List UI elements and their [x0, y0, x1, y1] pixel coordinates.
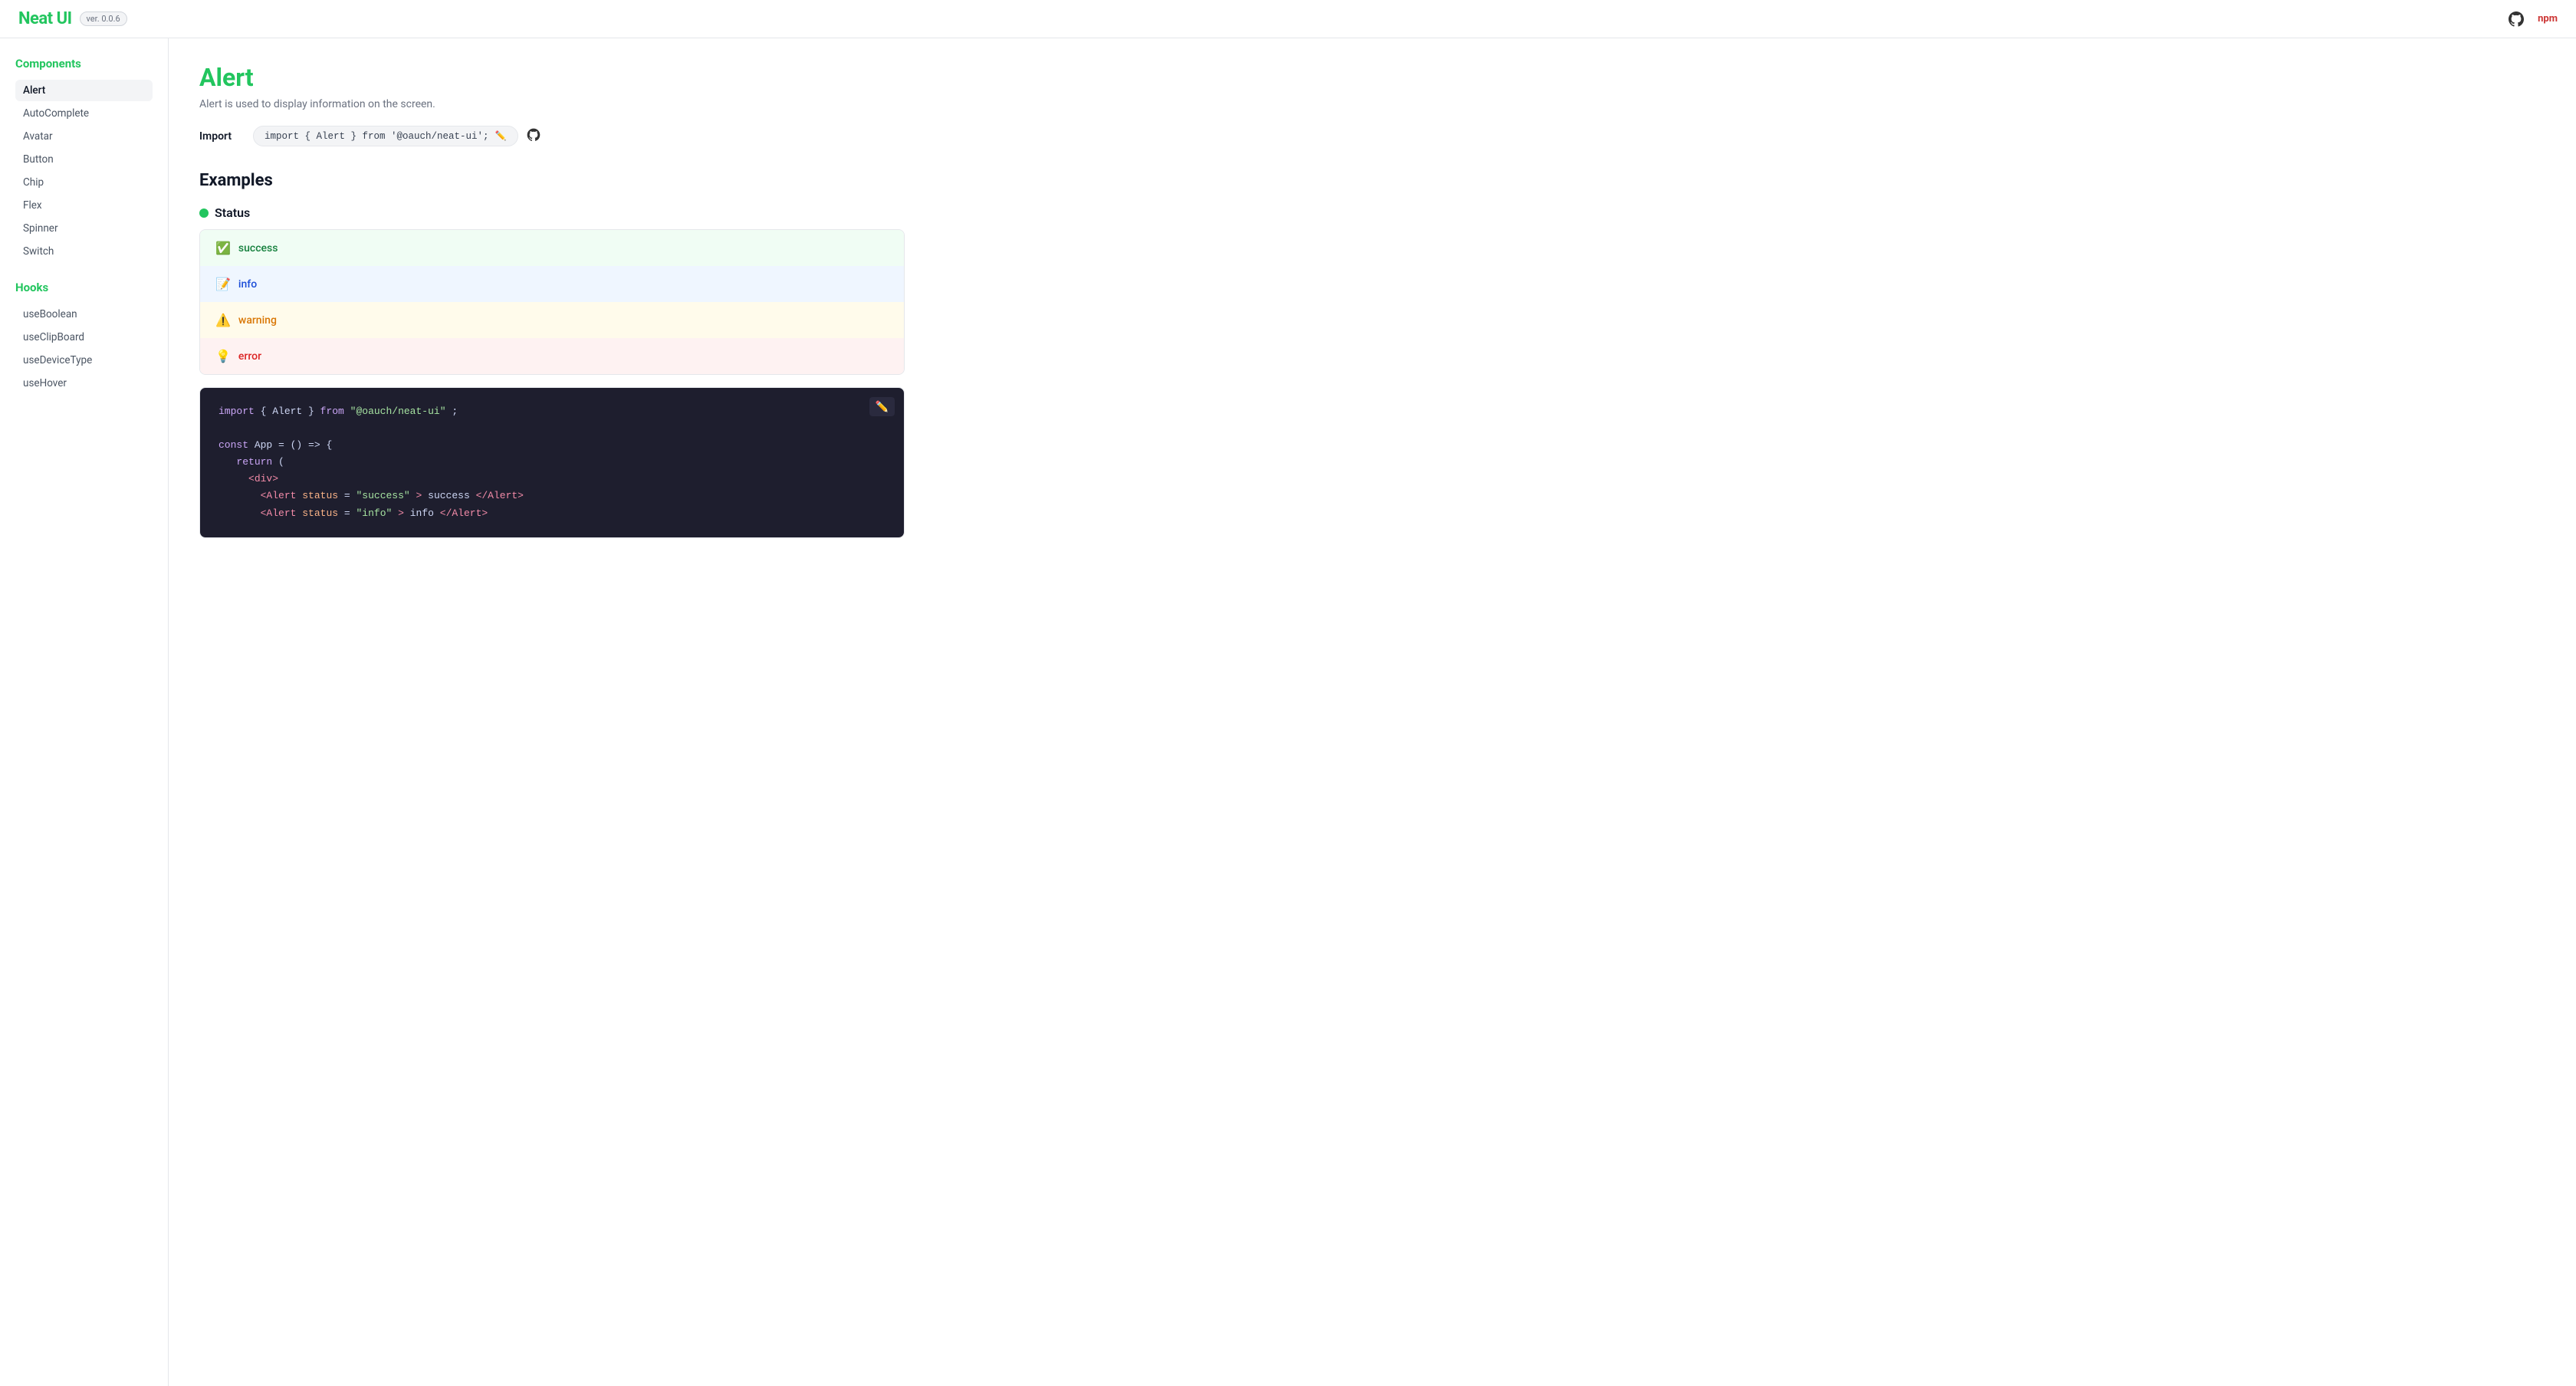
copy-import-button[interactable]: ✏️ [495, 130, 507, 142]
examples-title: Examples [199, 171, 905, 190]
sidebar-item-avatar[interactable]: Avatar [15, 126, 153, 147]
logo: Neat UI [18, 9, 72, 28]
status-label: Status [215, 205, 250, 220]
code-line-3: const App = () => { [219, 437, 886, 454]
components-section: Components Alert AutoComplete Avatar But… [15, 57, 153, 262]
sidebar-item-useboolean[interactable]: useBoolean [15, 304, 153, 325]
import-row: Import import { Alert } from '@oauch/nea… [199, 126, 905, 146]
warning-emoji: ⚠️ [215, 313, 231, 327]
import-code-box: import { Alert } from '@oauch/neat-ui'; … [253, 126, 518, 146]
success-emoji: ✅ [215, 241, 231, 255]
alert-error: 💡 error [200, 338, 904, 374]
info-emoji: 📝 [215, 277, 231, 291]
version-badge: ver. 0.0.6 [80, 11, 127, 26]
error-label: error [238, 350, 261, 363]
import-label: Import [199, 130, 245, 143]
sidebar: Components Alert AutoComplete Avatar But… [0, 38, 169, 1386]
code-line-blank [219, 420, 886, 437]
header-right: npm [2507, 10, 2558, 28]
warning-label: warning [238, 314, 277, 327]
header-left: Neat UI ver. 0.0.6 [18, 9, 127, 28]
alert-warning: ⚠️ warning [200, 302, 904, 338]
page-description: Alert is used to display information on … [199, 98, 905, 110]
components-title: Components [15, 57, 153, 71]
github-icon [2507, 10, 2525, 28]
code-line-5: <div> [219, 471, 886, 488]
success-label: success [238, 242, 278, 255]
copy-code-button[interactable]: ✏️ [869, 397, 895, 416]
sidebar-item-alert[interactable]: Alert [15, 80, 153, 101]
info-label: info [238, 278, 257, 291]
error-emoji: 💡 [215, 349, 231, 363]
npm-label[interactable]: npm [2538, 13, 2558, 25]
code-line-7: <Alert status = "info" > info </Alert> [219, 505, 886, 522]
hooks-section: Hooks useBoolean useClipBoard useDeviceT… [15, 281, 153, 394]
sidebar-item-autocomplete[interactable]: AutoComplete [15, 103, 153, 124]
status-subsection-title: Status [199, 205, 905, 220]
green-dot-icon [199, 209, 209, 218]
page-title: Alert [199, 63, 905, 92]
layout: Components Alert AutoComplete Avatar But… [0, 38, 2576, 1386]
sidebar-item-spinner[interactable]: Spinner [15, 218, 153, 239]
sidebar-item-useclipboard[interactable]: useClipBoard [15, 327, 153, 348]
import-github-icon[interactable] [526, 127, 541, 146]
alert-success: ✅ success [200, 230, 904, 266]
sidebar-item-usehover[interactable]: useHover [15, 373, 153, 394]
alert-examples-box: ✅ success 📝 info ⚠️ warning 💡 error [199, 229, 905, 375]
sidebar-item-usedevicetype[interactable]: useDeviceType [15, 350, 153, 371]
sidebar-item-chip[interactable]: Chip [15, 172, 153, 193]
alert-info: 📝 info [200, 266, 904, 302]
code-line-6: <Alert status = "success" > success </Al… [219, 488, 886, 504]
header: Neat UI ver. 0.0.6 npm [0, 0, 2576, 38]
hooks-title: Hooks [15, 281, 153, 294]
sidebar-item-button[interactable]: Button [15, 149, 153, 170]
sidebar-item-flex[interactable]: Flex [15, 195, 153, 216]
code-block: ✏️ import { Alert } from "@oauch/neat-ui… [199, 387, 905, 538]
import-code-text: import { Alert } from '@oauch/neat-ui'; [264, 131, 489, 142]
main-content: Alert Alert is used to display informati… [169, 38, 935, 1386]
code-line-1: import { Alert } from "@oauch/neat-ui" ; [219, 403, 886, 420]
code-line-4: return ( [219, 454, 886, 471]
github-link[interactable] [2507, 10, 2525, 28]
sidebar-item-switch[interactable]: Switch [15, 241, 153, 262]
